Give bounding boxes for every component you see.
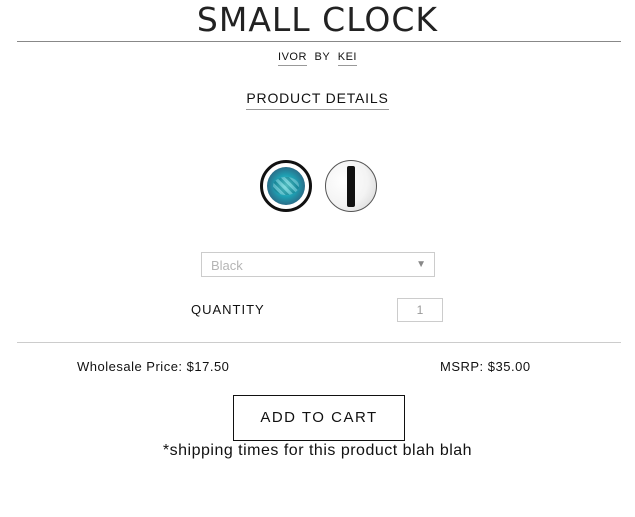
- variant-select[interactable]: Black ▼: [201, 252, 435, 277]
- product-details-link[interactable]: PRODUCT DETAILS: [246, 90, 389, 110]
- designer-link[interactable]: KEI: [337, 51, 357, 66]
- wholesale-price: Wholesale Price: $17.50: [77, 359, 230, 374]
- brand-link[interactable]: IVOR: [278, 51, 307, 66]
- shipping-note: *shipping times for this product blah bl…: [162, 442, 473, 459]
- byline: IVOR BY KEI: [0, 51, 635, 66]
- add-to-cart-button[interactable]: ADD TO CART: [233, 395, 405, 441]
- quantity-label: QUANTITY: [191, 302, 265, 317]
- black-bar-image: [347, 166, 355, 207]
- chevron-down-icon: ▼: [416, 259, 426, 270]
- quantity-input[interactable]: 1: [397, 298, 443, 322]
- swatch-blue-clock[interactable]: [260, 160, 312, 212]
- title-divider: [17, 41, 621, 42]
- variant-select-value: Black: [211, 258, 243, 273]
- product-details-container: PRODUCT DETAILS: [0, 90, 635, 110]
- pricing-divider: [17, 342, 621, 343]
- product-title: SMALL CLOCK: [196, 0, 439, 39]
- clock-face-image: [267, 167, 305, 205]
- product-page: SMALL CLOCK IVOR BY KEI PRODUCT DETAILS …: [0, 0, 635, 517]
- by-text: BY: [314, 51, 331, 63]
- swatch-black-bar[interactable]: [325, 160, 377, 212]
- msrp-price: MSRP: $35.00: [440, 359, 531, 374]
